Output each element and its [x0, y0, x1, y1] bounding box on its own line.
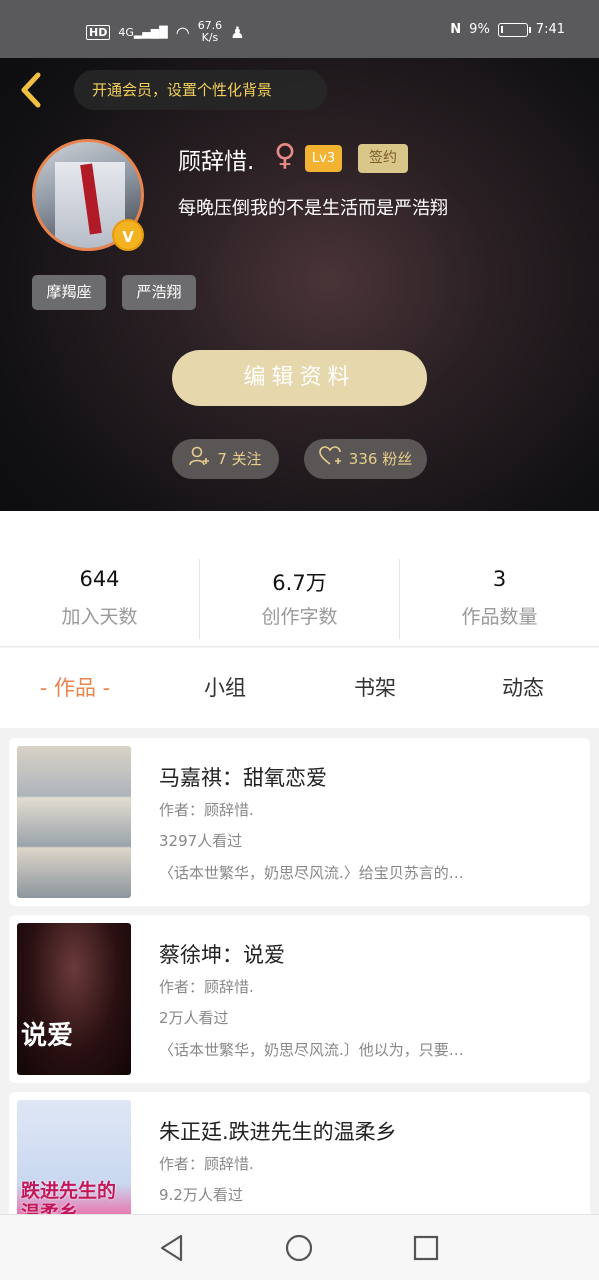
works-list: 马嘉祺：甜氧恋爱 作者：顾辞惜. 3297人看过 〈话本世繁华，奶思尽风流.〉给…: [0, 728, 599, 1214]
status-bar: HD 4G▂▄▆█ ◠ 67.6 K/s ♟ N 9% 7:41: [0, 0, 599, 58]
tab-works[interactable]: - 作品 -: [20, 672, 130, 702]
stats-panel: 644 加入天数 6.7万 创作字数 3 作品数量: [0, 511, 599, 647]
signal-icon: 4G▂▄▆█: [118, 25, 168, 39]
work-card[interactable]: 说爱 蔡徐坤：说爱 作者：顾辞惜. 2万人看过 〈话本世繁华，奶思尽风流.〕他以…: [9, 915, 590, 1083]
heart-plus-icon: [318, 439, 343, 479]
battery-fill: [500, 25, 503, 33]
nav-back-icon[interactable]: [157, 1233, 187, 1263]
cover-title: 跌进先生的温柔乡: [21, 1180, 117, 1214]
work-cover: [17, 746, 131, 898]
net-speed-unit: K/s: [201, 31, 219, 44]
tab-activity[interactable]: 动态: [478, 672, 568, 702]
work-description: 〈话本世繁华，奶思尽风流.〉给宝贝苏言的…: [159, 864, 464, 882]
fans-label: 336 粉丝: [348, 450, 413, 468]
stat-label: 创作字数: [261, 606, 338, 628]
work-views: 2万人看过: [159, 1009, 229, 1027]
cover-title: 说爱: [21, 1021, 74, 1051]
work-title: 蔡徐坤：说爱: [159, 943, 285, 967]
battery-icon: [497, 22, 531, 37]
vip-background-prompt[interactable]: 开通会员，设置个性化背景: [74, 70, 327, 110]
profile-header: HD 4G▂▄▆█ ◠ 67.6 K/s ♟ N 9% 7:41 开通会员，设置…: [0, 0, 599, 511]
battery-percent: 9%: [469, 22, 490, 37]
following-label: 7 关注: [217, 450, 262, 468]
clock: 7:41: [535, 22, 565, 37]
add-person-icon: [189, 439, 211, 479]
nav-home-icon[interactable]: [284, 1233, 314, 1263]
stat-label: 加入天数: [61, 606, 138, 628]
stat-join-days: 644 加入天数: [0, 511, 199, 647]
tab-bookshelf[interactable]: 书架: [330, 672, 420, 702]
stat-word-count: 6.7万 创作字数: [200, 511, 399, 647]
stat-works-count: 3 作品数量: [400, 511, 599, 647]
work-card[interactable]: 跌进先生的温柔乡 朱正廷.跌进先生的温柔乡 作者：顾辞惜. 9.2万人看过: [9, 1092, 590, 1214]
work-cover: 跌进先生的温柔乡: [17, 1100, 131, 1214]
work-title: 马嘉祺：甜氧恋爱: [159, 766, 327, 790]
stat-value: 644: [79, 567, 120, 591]
bio: 每晚压倒我的不是生活而是严浩翔: [178, 198, 448, 219]
stat-value: 3: [492, 567, 507, 591]
fans-button[interactable]: 336 粉丝: [304, 439, 427, 479]
work-views: 3297人看过: [159, 832, 243, 850]
work-author: 作者：顾辞惜.: [159, 978, 254, 996]
system-nav-bar: [0, 1214, 599, 1280]
level-badge: Lv3: [305, 145, 342, 172]
wifi-icon: ◠: [175, 22, 190, 42]
tab-groups[interactable]: 小组: [180, 672, 270, 702]
chevron-left-icon: [21, 72, 41, 108]
work-description: 〈话本世繁华，奶思尽风流.〕他以为，只要…: [159, 1041, 464, 1059]
work-cover: 说爱: [17, 923, 131, 1075]
work-views: 9.2万人看过: [159, 1186, 243, 1204]
tag-zodiac[interactable]: 摩羯座: [32, 275, 106, 310]
work-card[interactable]: 马嘉祺：甜氧恋爱 作者：顾辞惜. 3297人看过 〈话本世繁华，奶思尽风流.〉给…: [9, 738, 590, 906]
network-type: 4G: [118, 25, 134, 39]
following-button[interactable]: 7 关注: [172, 439, 279, 479]
tag-idol[interactable]: 严浩翔: [122, 275, 196, 310]
qq-icon: ♟: [230, 22, 245, 42]
profile-tabs: - 作品 - 小组 书架 动态: [0, 648, 599, 728]
back-button[interactable]: [16, 70, 46, 110]
nav-recents-icon[interactable]: [411, 1233, 441, 1263]
work-author: 作者：顾辞惜.: [159, 1155, 254, 1173]
username: 顾辞惜.: [178, 149, 255, 175]
signed-badge: 签约: [358, 144, 408, 173]
edit-profile-button[interactable]: 编辑资料: [172, 350, 427, 406]
verified-badge-icon: V: [112, 219, 144, 251]
female-icon: ♀: [274, 138, 296, 173]
stat-label: 作品数量: [461, 606, 538, 628]
stat-value: 6.7万: [272, 571, 327, 595]
nfc-icon: N: [450, 22, 462, 37]
work-title: 朱正廷.跌进先生的温柔乡: [159, 1120, 397, 1144]
hd-indicator: HD: [86, 24, 111, 40]
work-author: 作者：顾辞惜.: [159, 801, 254, 819]
net-speed: 67.6 K/s: [198, 20, 223, 44]
